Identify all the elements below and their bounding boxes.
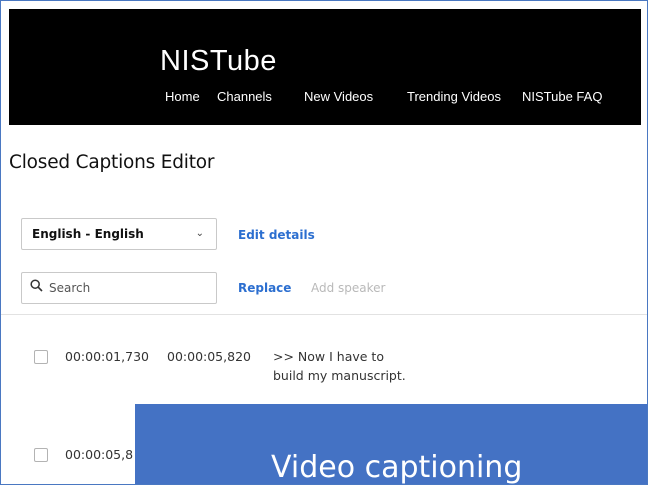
divider [1, 314, 647, 315]
language-select-value: English - English [32, 227, 144, 241]
language-select[interactable]: English - English ⌄ [21, 218, 217, 250]
screenshot-frame: NISTube Home Channels New Videos Trendin… [0, 0, 648, 485]
caption-checkbox[interactable] [34, 448, 48, 462]
caption-checkbox[interactable] [34, 350, 48, 364]
nav-nistube-faq[interactable]: NISTube FAQ [522, 89, 602, 105]
replace-link[interactable]: Replace [238, 281, 291, 295]
chevron-down-icon: ⌄ [195, 228, 204, 239]
edit-details-link[interactable]: Edit details [238, 228, 315, 242]
caption-start-time[interactable]: 00:00:01,730 [65, 349, 149, 364]
search-icon [30, 279, 43, 297]
nav-home[interactable]: Home [165, 89, 200, 105]
caption-text-line-1[interactable]: >> Now I have to [273, 347, 384, 366]
nav-trending-videos[interactable]: Trending Videos [407, 89, 501, 105]
page-title: Closed Captions Editor [9, 152, 215, 173]
add-speaker-link: Add speaker [311, 281, 386, 295]
site-header: NISTube [9, 9, 641, 125]
caption-start-time[interactable]: 00:00:05,8 [65, 447, 133, 462]
caption-end-time[interactable]: 00:00:05,820 [167, 349, 251, 364]
overlay-title: Video captioning [271, 450, 523, 485]
caption-text-line-2[interactable]: build my manuscript. [273, 366, 406, 385]
site-logo[interactable]: NISTube [160, 45, 277, 77]
nav-channels[interactable]: Channels [217, 89, 272, 105]
search-box[interactable] [21, 272, 217, 304]
nav-new-videos[interactable]: New Videos [304, 89, 373, 105]
search-input[interactable] [49, 281, 209, 295]
